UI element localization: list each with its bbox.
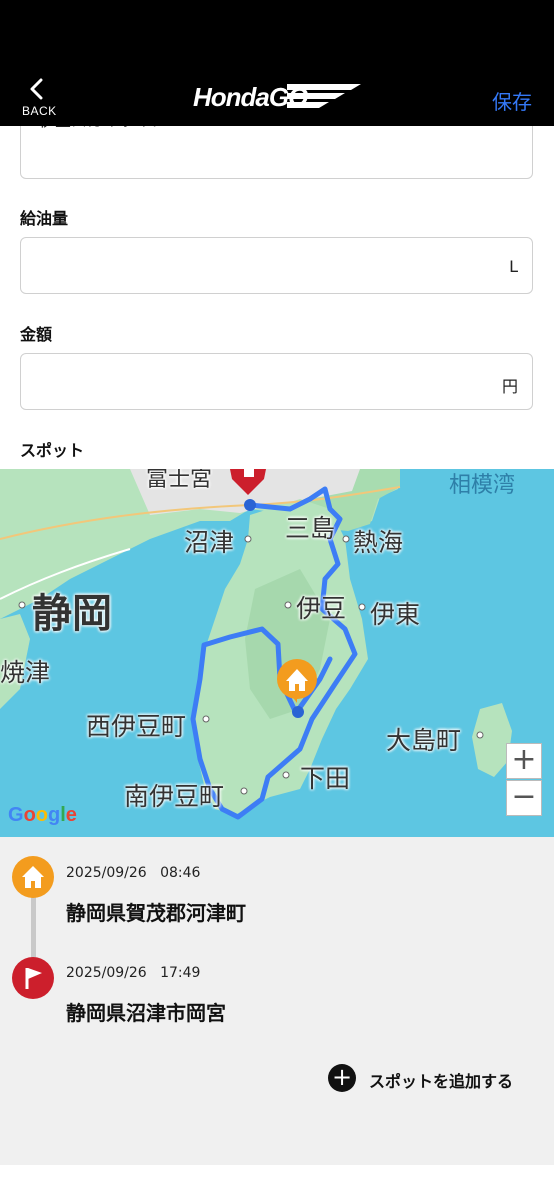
spot-2-datetime: 2025/09/26 17:49 (66, 965, 201, 981)
fuel-unit: L (509, 257, 518, 276)
route-end-dot (244, 499, 256, 511)
spot-label: スポット (20, 441, 85, 460)
hondago-logo: HondaGO (193, 80, 363, 116)
fuel-label: 給油量 (20, 209, 69, 228)
map-label-numazu: 沼津 (184, 528, 235, 557)
route-name-field[interactable]: 伊豆スカイライン (20, 120, 533, 179)
back-button[interactable]: BACK (18, 78, 62, 120)
spot-1-datetime: 2025/09/26 08:46 (66, 865, 201, 881)
map-label-sagami-bay: 相模湾 (449, 473, 516, 498)
plus-icon: + (328, 1064, 356, 1092)
spot-list: 2025/09/26 08:46 静岡県賀茂郡河津町 2025/09/26 17… (0, 837, 554, 1165)
map-label-minamiizu: 南伊豆町 (124, 782, 225, 811)
map-label-shimoda: 下田 (300, 764, 351, 793)
app-header: BACK HondaGO 保存 (0, 0, 554, 126)
save-button[interactable]: 保存 (492, 86, 532, 115)
wing-icon (287, 84, 361, 108)
cost-unit: 円 (501, 377, 518, 396)
zoom-out-button[interactable]: − (506, 780, 542, 816)
map-label-izu: 伊豆 (296, 594, 347, 623)
route-map[interactable]: 富士宮 相模湾 沼津 三島 熱海 静岡 伊豆 伊東 焼津 西伊豆町 大島町 下田… (0, 469, 554, 837)
fuel-amount-input[interactable]: L (20, 237, 533, 294)
chevron-left-icon (30, 78, 43, 100)
add-spot-label: スポットを追加する (369, 1072, 514, 1091)
zoom-in-button[interactable]: + (506, 743, 542, 779)
route-start-dot (292, 706, 304, 718)
flag-icon (12, 957, 54, 999)
cost-label: 金額 (20, 325, 53, 344)
map-label-mishima: 三島 (285, 514, 336, 543)
map-label-oshima: 大島町 (386, 726, 462, 755)
map-canvas (0, 469, 512, 820)
spot-2-place[interactable]: 静岡県沼津市岡宮 (66, 997, 226, 1026)
cost-input[interactable]: 円 (20, 353, 533, 410)
map-label-shizuoka: 静岡 (32, 591, 112, 637)
map-label-atami: 熱海 (353, 528, 404, 557)
map-label-yaizu: 焼津 (0, 658, 51, 687)
home-icon (12, 856, 54, 898)
map-label-fuji: 富士宮 (146, 469, 213, 492)
back-label: BACK (22, 104, 57, 118)
google-logo: Google (8, 804, 77, 826)
map-label-ito: 伊東 (370, 600, 421, 629)
map-label-nishiizu: 西伊豆町 (86, 712, 187, 741)
spot-1-place[interactable]: 静岡県賀茂郡河津町 (66, 897, 246, 926)
